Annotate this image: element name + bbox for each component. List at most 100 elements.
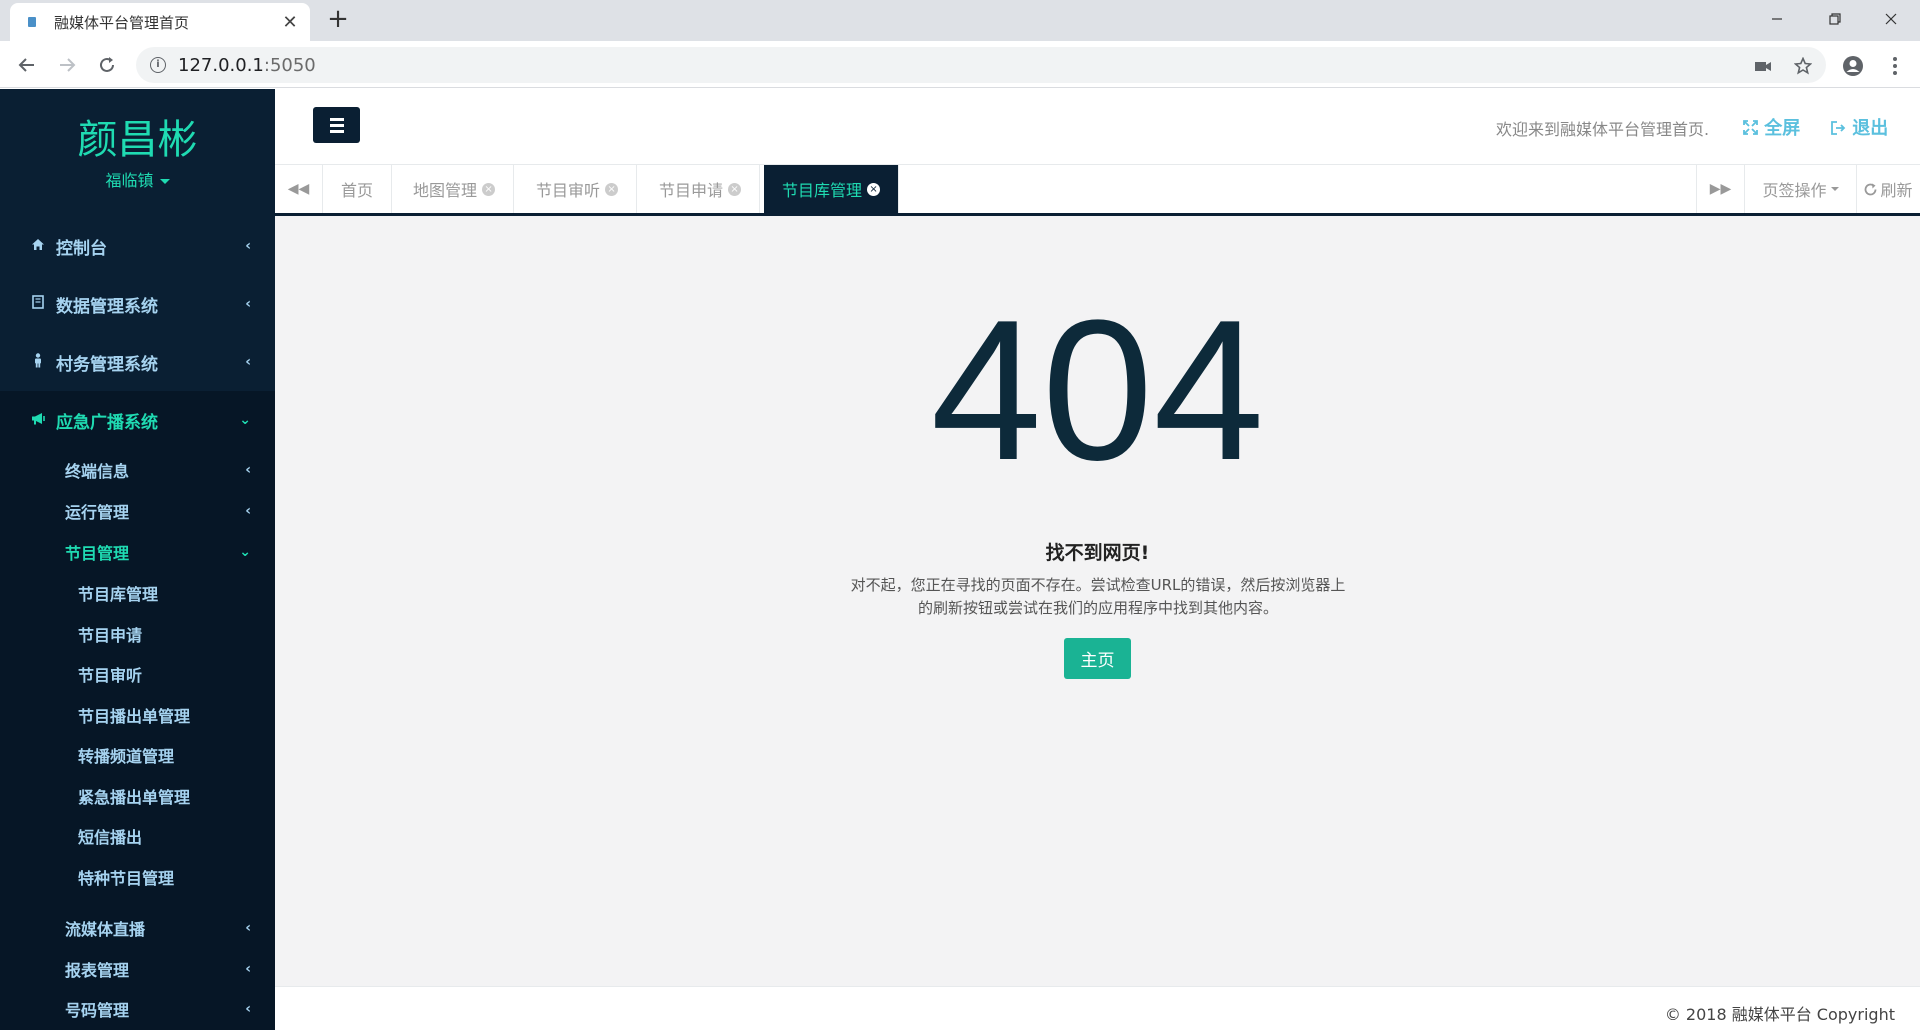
sidebar-subitem-label: 流媒体直播 [65, 920, 146, 939]
favicon-icon [26, 16, 38, 28]
page-tab-operations-dropdown[interactable]: 页签操作 [1744, 165, 1856, 213]
sign-out-icon [1831, 118, 1852, 139]
footer: © 2018 融媒体平台 Copyright [275, 986, 1920, 1030]
user-name: 颜昌彬 [77, 117, 198, 163]
sidebar-subitem-label: 终端信息 [65, 462, 130, 481]
tab-program-application[interactable]: 节目申请 × [641, 165, 761, 213]
sidebar-subitem-label: 节目管理 [65, 544, 130, 563]
caret-down-icon [159, 179, 170, 184]
sidebar-program-label: 转播频道管理 [78, 747, 175, 766]
fullscreen-label: 全屏 [1764, 118, 1801, 139]
sidebar-item-data-management[interactable]: 数据管理系统 ‹ [0, 275, 275, 333]
chevron-left-icon: ‹ [245, 1001, 251, 1017]
refresh-tab-button[interactable]: 刷新 [1856, 165, 1920, 213]
sidebar-special-program[interactable]: 特种节目管理 [0, 857, 275, 897]
minimize-window-icon[interactable] [1748, 0, 1806, 38]
refresh-icon [1864, 180, 1877, 199]
sidebar-item-dashboard[interactable]: 控制台 ‹ [0, 217, 275, 275]
address-bar[interactable]: i 127.0.0.1:5050 [136, 47, 1826, 83]
tabs-scroll-right-button[interactable]: ▶▶ [1696, 165, 1744, 213]
error-description: 对不起，您正在寻找的页面不存在。尝试检查URL的错误，然后按浏览器上的刷新按钮或… [850, 576, 1346, 617]
browser-tab-title: 融媒体平台管理首页 [54, 13, 190, 32]
menu-kebab-icon[interactable] [1880, 51, 1910, 81]
top-header: 欢迎来到融媒体平台管理首页. 全屏 退出 [275, 89, 1920, 165]
hamburger-icon-line [329, 123, 344, 127]
tab-label: 节目申请 [659, 181, 724, 200]
sidebar-item-label: 村务管理系统 [56, 354, 158, 375]
sidebar-subitem-numbers[interactable]: 号码管理 ‹ [0, 989, 275, 1029]
tab-map-management[interactable]: 地图管理 × [395, 165, 515, 213]
sidebar-subitem-program-management[interactable]: 节目管理 ⌄ [0, 532, 275, 572]
tab-label: 首页 [341, 181, 374, 200]
chevron-left-icon: ‹ [245, 462, 251, 478]
expand-icon [1743, 118, 1764, 139]
chevron-left-icon: ‹ [245, 296, 251, 312]
sidebar-subitem-reports[interactable]: 报表管理 ‹ [0, 949, 275, 989]
home-button[interactable]: 主页 [1064, 638, 1131, 679]
content-area: 404 找不到网页! 对不起，您正在寻找的页面不存在。尝试检查URL的错误，然后… [275, 216, 1920, 986]
sidebar-item-label: 应急广播系统 [56, 412, 158, 433]
close-tab-icon[interactable]: × [867, 182, 881, 196]
hamburger-icon [329, 117, 344, 121]
tab-label: 节目库管理 [782, 181, 863, 200]
sidebar-subitem-operation-management[interactable]: 运行管理 ‹ [0, 491, 275, 531]
reload-icon[interactable] [92, 50, 122, 80]
error-title: 找不到网页! [1045, 542, 1150, 564]
sidebar-program-review[interactable]: 节目审听 [0, 654, 275, 694]
sidebar-program-label: 节目库管理 [78, 585, 159, 604]
chevron-left-icon: ‹ [245, 238, 251, 254]
sidebar-program-label: 节目播出单管理 [78, 707, 191, 726]
new-tab-button[interactable]: + [324, 6, 352, 34]
site-info-icon[interactable]: i [150, 57, 166, 73]
bookmark-star-icon[interactable] [1788, 51, 1818, 81]
sidebar-item-emergency-broadcast[interactable]: 应急广播系统 ⌄ [0, 391, 275, 449]
sidebar-program-label: 节目审听 [78, 666, 143, 685]
tabs-scroll-left-button[interactable]: ◀◀ [275, 165, 323, 213]
fullscreen-button[interactable]: 全屏 [1743, 114, 1800, 140]
refresh-label: 刷新 [1880, 181, 1913, 200]
home-icon [30, 238, 46, 255]
tab-program-library[interactable]: 节目库管理 × [764, 165, 900, 213]
welcome-text: 欢迎来到融媒体平台管理首页. [1496, 120, 1710, 139]
content-tabs-bar: ◀◀ 首页 地图管理 × 节目审听 × 节目申请 × 节目库管理 × ▶▶ 页签操作 刷… [275, 165, 1920, 216]
close-tab-icon[interactable]: × [605, 182, 619, 196]
sidebar-item-village-affairs[interactable]: 村务管理系统 ‹ [0, 333, 275, 391]
close-tab-icon[interactable]: ✕ [280, 12, 300, 33]
forward-icon[interactable] [52, 50, 82, 80]
sidebar-subitem-terminal-info[interactable]: 终端信息 ‹ [0, 450, 275, 490]
double-left-icon: ◀◀ [287, 181, 310, 197]
region-dropdown[interactable]: 福临镇 [0, 167, 275, 191]
sidebar-item-label: 控制台 [56, 238, 107, 259]
sidebar-program-label: 特种节目管理 [78, 869, 175, 888]
sidebar: 颜昌彬 福临镇 控制台 ‹ 数据管理系统 ‹ 村务管理系统 ‹ 应急广播系统 ⌄… [0, 89, 275, 1030]
browser-tab[interactable]: 融媒体平台管理首页 ✕ [10, 3, 310, 41]
logout-button[interactable]: 退出 [1831, 114, 1888, 140]
chevron-left-icon: ‹ [245, 961, 251, 977]
book-icon [30, 295, 46, 313]
profile-icon[interactable] [1838, 51, 1868, 81]
tab-home[interactable]: 首页 [323, 165, 393, 213]
sidebar-emergency-playlist[interactable]: 紧急播出单管理 [0, 776, 275, 816]
restore-window-icon[interactable] [1806, 0, 1864, 38]
chevron-left-icon: ‹ [245, 354, 251, 370]
sidebar-subitem-streaming[interactable]: 流媒体直播 ‹ [0, 908, 275, 948]
sidebar-program-label: 紧急播出单管理 [78, 788, 191, 807]
browser-tab-strip: 融媒体平台管理首页 ✕ + [0, 0, 1920, 41]
sidebar-sms-broadcast[interactable]: 短信播出 [0, 816, 275, 856]
hamburger-icon-line [329, 129, 344, 133]
browser-toolbar: i 127.0.0.1:5050 [0, 41, 1920, 88]
sidebar-program-application[interactable]: 节目申请 [0, 614, 275, 654]
close-window-icon[interactable] [1862, 0, 1920, 38]
chevron-left-icon: ‹ [245, 503, 251, 519]
sidebar-subitem-label: 号码管理 [65, 1001, 130, 1020]
sidebar-program-library[interactable]: 节目库管理 [0, 573, 275, 613]
sidebar-relay-channel[interactable]: 转播频道管理 [0, 735, 275, 775]
tab-program-review[interactable]: 节目审听 × [518, 165, 638, 213]
camera-blocked-icon[interactable] [1748, 51, 1778, 81]
sidebar-program-playlist[interactable]: 节目播出单管理 [0, 695, 275, 735]
menu-toggle-button[interactable] [313, 107, 360, 143]
tab-label: 节目审听 [536, 181, 601, 200]
close-tab-icon[interactable]: × [728, 182, 742, 196]
back-icon[interactable] [12, 50, 42, 80]
close-tab-icon[interactable]: × [482, 182, 496, 196]
